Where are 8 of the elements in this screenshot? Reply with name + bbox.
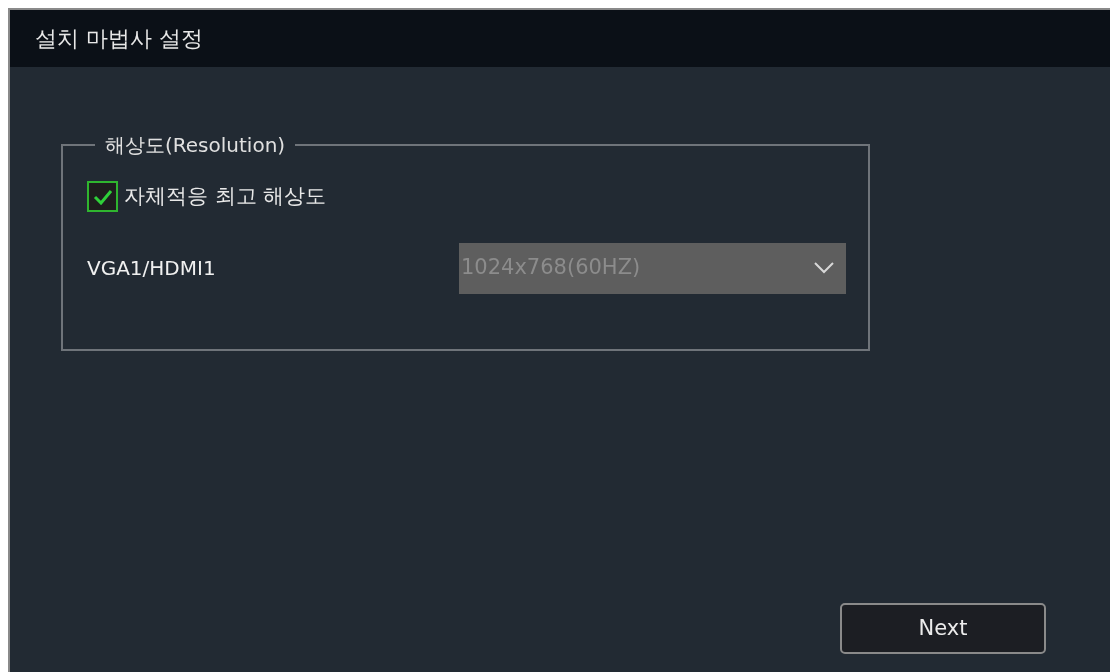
group-title: 해상도(Resolution) [104,133,287,157]
chevron-down-icon [814,262,834,274]
next-button[interactable]: Next [840,603,1046,654]
checkmark-icon [92,188,113,205]
window-title: 설치 마법사 설정 [35,25,203,53]
checkbox-label: 자체적응 최고 해상도 [124,183,327,210]
checkbox[interactable] [87,181,118,213]
output-label: VGA1/HDMI1 [87,255,216,282]
